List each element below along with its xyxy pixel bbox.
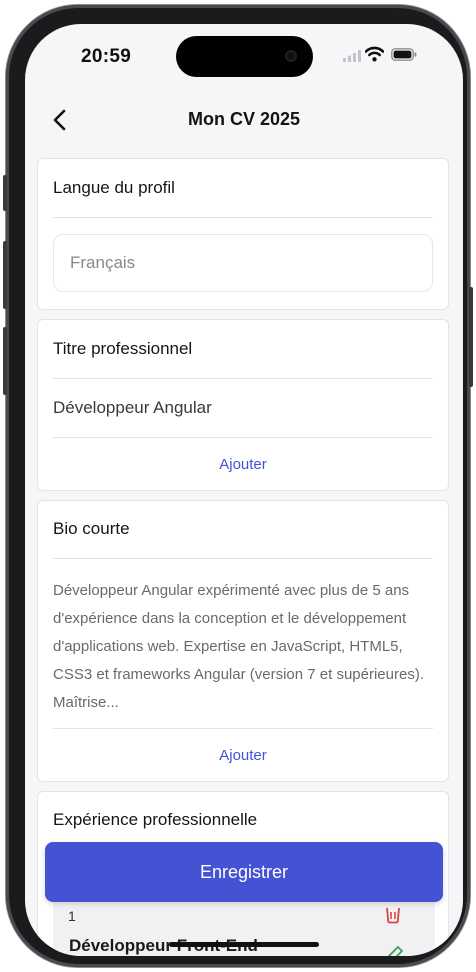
status-time: 20:59 <box>81 46 132 67</box>
experience-card-title: Expérience professionnelle <box>53 810 258 829</box>
pencil-icon[interactable] <box>383 944 405 956</box>
volume-down-button <box>3 327 7 395</box>
experience-item-index: 1 <box>68 908 76 924</box>
battery-icon <box>391 48 417 61</box>
divider <box>53 437 433 438</box>
language-select-value: Français <box>70 253 136 272</box>
bio-card-title: Bio courte <box>53 519 130 538</box>
action-button <box>3 175 7 211</box>
add-job-title-button[interactable]: Ajouter <box>38 456 448 473</box>
status-bar: 20:59 <box>25 24 463 84</box>
divider <box>53 217 433 218</box>
camera-icon <box>285 50 297 62</box>
experience-item[interactable]: 1 Développeur Front-End <box>53 902 435 956</box>
page-title: Mon CV 2025 <box>187 109 301 129</box>
divider <box>53 378 433 379</box>
job-title-card: Titre professionnel Développeur Angular … <box>37 319 449 491</box>
trash-icon[interactable] <box>383 902 403 924</box>
language-card-title: Langue du profil <box>53 178 175 197</box>
divider <box>53 728 433 729</box>
save-button[interactable]: Enregistrer <box>45 842 443 902</box>
volume-up-button <box>3 241 7 309</box>
signal-icon <box>343 50 361 62</box>
bio-card: Bio courte Développeur Angular expérimen… <box>37 500 449 782</box>
language-card: Langue du profil Français <box>37 158 449 310</box>
wifi-icon <box>365 46 384 62</box>
phone-frame: 20:59 Mon CV 2025 Langue du profil Franç… <box>3 5 473 967</box>
home-indicator <box>169 942 319 947</box>
dynamic-island <box>176 36 313 77</box>
job-title-card-title: Titre professionnel <box>53 339 193 358</box>
job-title-value[interactable]: Développeur Angular <box>53 398 212 418</box>
header: Mon CV 2025 <box>25 96 463 144</box>
language-select[interactable]: Français <box>53 234 433 292</box>
divider <box>53 558 433 559</box>
add-bio-button[interactable]: Ajouter <box>38 747 448 764</box>
screen: 20:59 Mon CV 2025 Langue du profil Franç… <box>25 24 463 956</box>
power-button <box>469 287 473 387</box>
bio-text[interactable]: Développeur Angular expérimenté avec plu… <box>53 577 433 717</box>
